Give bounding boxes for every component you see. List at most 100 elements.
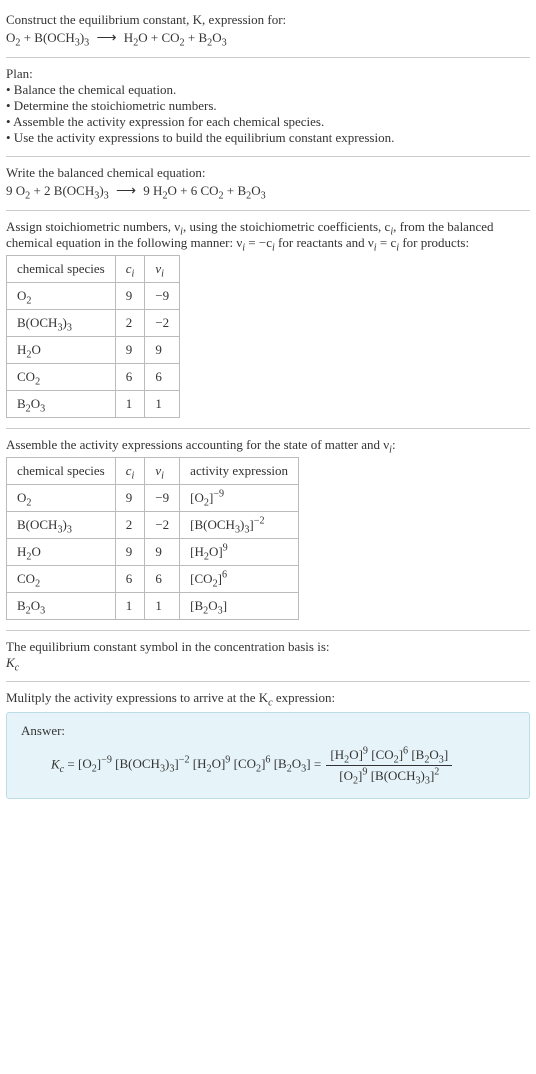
unbalanced-equation: O2 + B(OCH3)3 ⟶ H2O + CO2 + B2O3 (6, 30, 530, 47)
intro-line: Construct the equilibrium constant, K, e… (6, 12, 530, 28)
cell-species: CO2 (7, 364, 116, 391)
species-b2o3: B2O3 (198, 30, 226, 45)
reaction-arrow-icon: ⟶ (92, 31, 120, 46)
cell-ci: 6 (115, 364, 145, 391)
table-row: O2 9 −9 (7, 283, 180, 310)
species-o2: O2 (6, 30, 20, 45)
cell-species: CO2 (7, 566, 116, 593)
col-nui: νi (145, 256, 180, 283)
answer-label: Answer: (21, 723, 515, 739)
cell-species: O2 (7, 485, 116, 512)
cell-ci: 1 (115, 391, 145, 418)
cell-species: B2O3 (7, 391, 116, 418)
plan-bullet: • Use the activity expressions to build … (6, 130, 530, 146)
cell-nui: −2 (145, 310, 180, 337)
plan-section: Plan: • Balance the chemical equation. •… (6, 58, 530, 157)
term-boch33: [B(OCH3)3]−2 (115, 756, 189, 771)
balanced-section: Write the balanced chemical equation: 9 … (6, 157, 530, 211)
fraction: [H2O]9 [CO2]6 [B2O3] [O2]9 [B(OCH3)3]2 (326, 747, 452, 784)
cell-activity: [B2O3] (180, 593, 299, 620)
plan-bullet: • Determine the stoichiometric numbers. (6, 98, 530, 114)
cell-activity: [O2]−9 (180, 485, 299, 512)
cell-activity: [H2O]9 (180, 539, 299, 566)
cell-species: B2O3 (7, 593, 116, 620)
species-co2: CO2 (161, 30, 184, 45)
stoich-text: Assign stoichiometric numbers, νi, using… (6, 219, 530, 251)
term-b2o3: [B2O3] (274, 756, 311, 771)
stoich-section: Assign stoichiometric numbers, νi, using… (6, 211, 530, 429)
term-h2o: [H2O]9 (193, 756, 231, 771)
activity-table: chemical species ci νi activity expressi… (6, 457, 299, 620)
fraction-numerator: [H2O]9 [CO2]6 [B2O3] (326, 747, 452, 766)
cell-species: O2 (7, 283, 116, 310)
reaction-arrow-icon: ⟶ (112, 184, 140, 199)
table-row: CO2 6 6 (7, 364, 180, 391)
cell-species: B(OCH3)3 (7, 512, 116, 539)
table-row: chemical species ci νi (7, 256, 180, 283)
species-h2o: H2O (153, 183, 177, 198)
cell-nui: 6 (145, 566, 180, 593)
fraction-denominator: [O2]9 [B(OCH3)3]2 (326, 766, 452, 784)
cell-ci: 9 (115, 539, 145, 566)
plan-bullet: • Balance the chemical equation. (6, 82, 530, 98)
term-co2: [CO2]6 (234, 756, 271, 771)
balanced-title: Write the balanced chemical equation: (6, 165, 530, 181)
plan-title: Plan: (6, 66, 530, 82)
cell-ci: 9 (115, 283, 145, 310)
cell-species: H2O (7, 337, 116, 364)
table-row: CO2 6 6 [CO2]6 (7, 566, 299, 593)
table-row: chemical species ci νi activity expressi… (7, 458, 299, 485)
table-row: H2O 9 9 (7, 337, 180, 364)
species-co2: CO2 (200, 183, 223, 198)
cell-nui: 9 (145, 337, 180, 364)
cell-nui: −2 (145, 512, 180, 539)
symbol-text: The equilibrium constant symbol in the c… (6, 639, 530, 655)
intro-text: Construct the equilibrium constant, K, e… (6, 12, 286, 27)
cell-ci: 1 (115, 593, 145, 620)
kc-equation: Kc = [O2]−9 [B(OCH3)3]−2 [H2O]9 [CO2]6 [… (21, 747, 515, 784)
term-o2: [O2]−9 (78, 756, 112, 771)
species-boch33: B(OCH3)3 (34, 30, 89, 45)
cell-ci: 9 (115, 337, 145, 364)
answer-box: Answer: Kc = [O2]−9 [B(OCH3)3]−2 [H2O]9 … (6, 712, 530, 799)
species-o2: O2 (16, 183, 30, 198)
table-row: B(OCH3)3 2 −2 (7, 310, 180, 337)
activity-title: Assemble the activity expressions accoun… (6, 437, 530, 453)
activity-section: Assemble the activity expressions accoun… (6, 429, 530, 631)
table-row: H2O 9 9 [H2O]9 (7, 539, 299, 566)
stoich-table: chemical species ci νi O2 9 −9 B(OCH3)3 … (6, 255, 180, 418)
cell-ci: 2 (115, 512, 145, 539)
cell-ci: 6 (115, 566, 145, 593)
table-row: B2O3 1 1 [B2O3] (7, 593, 299, 620)
cell-nui: 1 (145, 593, 180, 620)
cell-activity: [CO2]6 (180, 566, 299, 593)
species-boch33: B(OCH3)3 (54, 183, 109, 198)
cell-ci: 9 (115, 485, 145, 512)
plan-bullet: • Assemble the activity expression for e… (6, 114, 530, 130)
cell-nui: 6 (145, 364, 180, 391)
cell-nui: −9 (145, 485, 180, 512)
species-h2o: H2O (124, 30, 148, 45)
cell-species: B(OCH3)3 (7, 310, 116, 337)
balanced-equation: 9 O2 + 2 B(OCH3)3 ⟶ 9 H2O + 6 CO2 + B2O3 (6, 183, 530, 200)
cell-nui: 1 (145, 391, 180, 418)
col-ci: ci (115, 256, 145, 283)
table-row: B2O3 1 1 (7, 391, 180, 418)
table-row: O2 9 −9 [O2]−9 (7, 485, 299, 512)
intro-section: Construct the equilibrium constant, K, e… (6, 4, 530, 58)
col-nui: νi (145, 458, 180, 485)
cell-activity: [B(OCH3)3]−2 (180, 512, 299, 539)
symbol-kc: Kc (6, 655, 530, 671)
cell-nui: 9 (145, 539, 180, 566)
result-title: Mulitply the activity expressions to arr… (6, 690, 530, 706)
species-b2o3: B2O3 (237, 183, 265, 198)
result-section: Mulitply the activity expressions to arr… (6, 682, 530, 809)
col-activity: activity expression (180, 458, 299, 485)
col-species: chemical species (7, 458, 116, 485)
cell-nui: −9 (145, 283, 180, 310)
table-row: B(OCH3)3 2 −2 [B(OCH3)3]−2 (7, 512, 299, 539)
cell-ci: 2 (115, 310, 145, 337)
symbol-section: The equilibrium constant symbol in the c… (6, 631, 530, 682)
col-ci: ci (115, 458, 145, 485)
cell-species: H2O (7, 539, 116, 566)
